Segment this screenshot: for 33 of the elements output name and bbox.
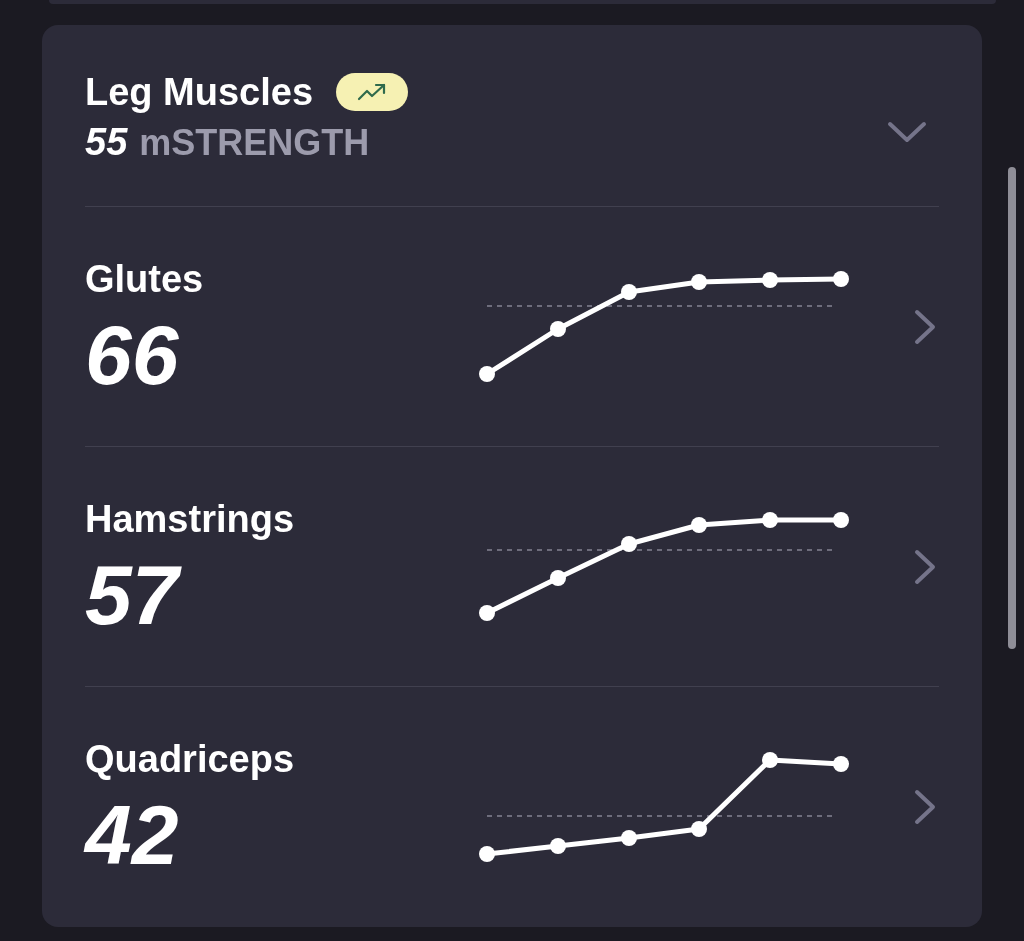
chevron-right-icon[interactable]: [914, 548, 936, 585]
chart-point: [479, 605, 495, 621]
chart-point: [550, 570, 566, 586]
chart-point: [833, 271, 849, 287]
chart-point: [691, 517, 707, 533]
section-score: 55: [85, 120, 128, 164]
score-unit: mSTRENGTH: [139, 121, 370, 165]
chart-point: [621, 284, 637, 300]
muscle-name: Glutes: [85, 257, 205, 301]
muscle-score: 66: [85, 313, 180, 397]
chevron-down-icon[interactable]: [887, 121, 927, 143]
chevron-right-icon[interactable]: [914, 308, 936, 345]
muscle-name: Quadriceps: [85, 737, 296, 781]
chart-point: [762, 512, 778, 528]
chevron-right-icon[interactable]: [914, 788, 936, 825]
chart-point: [621, 536, 637, 552]
muscle-score: 42: [85, 793, 180, 877]
chart-point: [691, 274, 707, 290]
chart-point: [762, 752, 778, 768]
section-title: Leg Muscles: [85, 70, 314, 114]
chart-point: [833, 756, 849, 772]
trending-up-icon: [357, 83, 388, 101]
chart-point: [479, 366, 495, 382]
muscle-name: Hamstrings: [85, 497, 296, 541]
chart-point: [479, 846, 495, 862]
chart-point: [621, 830, 637, 846]
scrollbar-thumb[interactable]: [1008, 167, 1016, 649]
chart-point: [833, 512, 849, 528]
chart-point: [762, 272, 778, 288]
chart-point: [691, 821, 707, 837]
chart-point: [550, 838, 566, 854]
chart-point: [550, 321, 566, 337]
muscle-score: 57: [85, 553, 478, 637]
